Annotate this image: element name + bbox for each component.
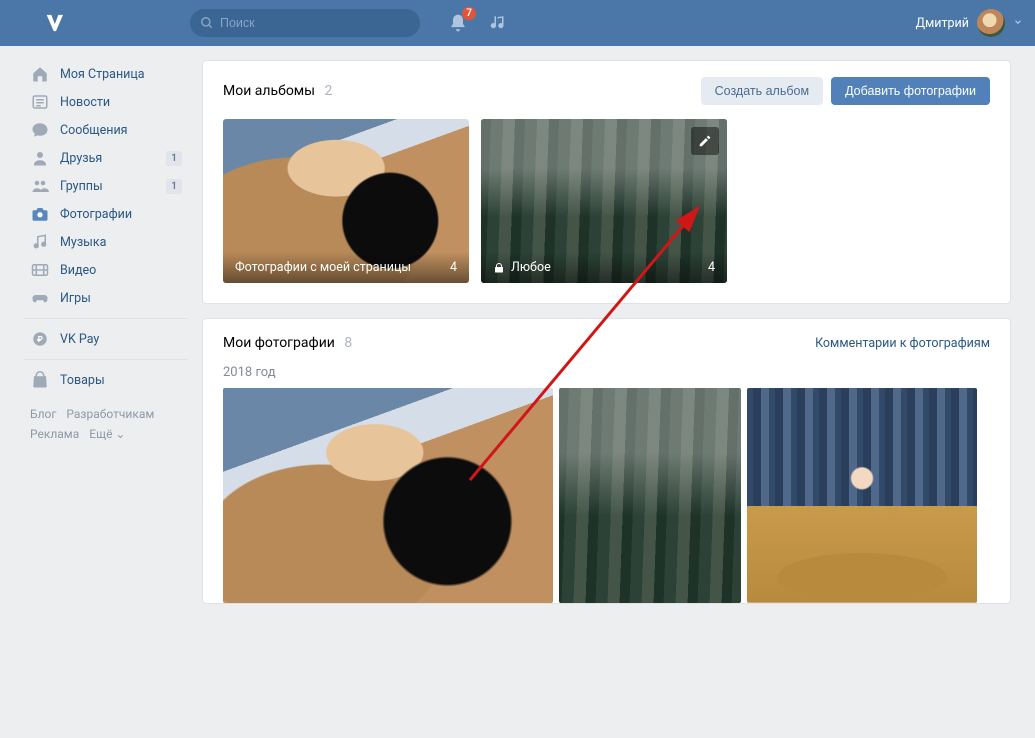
albums-card: Мои альбомы 2 Создать альбом Добавить фо… [202,60,1011,304]
user-avatar [977,9,1005,37]
nav-label: Новости [60,95,110,110]
messages-icon [30,121,50,139]
pencil-icon [698,134,712,148]
nav-separator [24,318,188,319]
albums-title: Мои альбомы 2 [223,83,332,99]
nav-label: Моя Страница [60,67,145,82]
user-menu[interactable]: Дмитрий [916,9,1023,37]
album-name: Фотографии с моей страницы [235,260,411,275]
photo-thumb[interactable] [559,388,741,603]
pay-icon: ₽ [30,330,50,348]
photos-card: Мои фотографии 8 Комментарии к фотографи… [202,318,1011,604]
search-field[interactable] [190,9,420,37]
nav-label: Группы [60,179,103,194]
music-icon[interactable] [490,14,508,32]
nav-friends[interactable]: Друзья 1 [24,144,188,172]
album-overlay: Любое 4 [481,252,727,283]
nav-label: Игры [60,291,91,306]
nav-photos[interactable]: Фотографии [24,200,188,228]
footer-link[interactable]: Реклама [30,427,79,441]
photo-comments-link[interactable]: Комментарии к фотографиям [815,336,990,351]
nav-label: VK Pay [60,332,99,347]
camera-icon [30,205,50,223]
search-icon [200,16,214,30]
groups-icon [30,177,50,195]
album-item[interactable]: Фотографии с моей страницы 4 [223,119,469,283]
video-icon [30,261,50,279]
nav-label: Товары [60,373,105,388]
nav-news[interactable]: Новости [24,88,188,116]
create-album-button[interactable]: Создать альбом [701,77,823,105]
content: Мои альбомы 2 Создать альбом Добавить фо… [202,60,1011,618]
chevron-down-icon [1013,16,1023,31]
footer-link[interactable]: Блог [30,407,56,421]
search-input[interactable] [220,16,410,30]
nav-my-page[interactable]: Моя Страница [24,60,188,88]
nav-music[interactable]: Музыка [24,228,188,256]
nav-count: 1 [166,151,182,166]
nav-label: Музыка [60,235,106,250]
friends-icon [30,149,50,167]
album-count: 4 [450,260,457,275]
nav-market[interactable]: Товары [24,366,188,394]
add-photos-button[interactable]: Добавить фотографии [831,77,990,105]
notifications-icon[interactable]: 7 [448,13,468,33]
nav-messages[interactable]: Сообщения [24,116,188,144]
news-icon [30,93,50,111]
lock-icon [493,262,505,274]
nav-groups[interactable]: Группы 1 [24,172,188,200]
bag-icon [30,371,50,389]
music-nav-icon [30,233,50,251]
header-bar: 7 Дмитрий [0,0,1035,46]
photo-thumb[interactable] [223,388,553,603]
nav-games[interactable]: Игры [24,284,188,312]
nav-label: Друзья [60,151,102,166]
footer-link[interactable]: Ещё ⌄ [89,427,125,441]
year-label: 2018 год [203,365,1010,388]
svg-text:₽: ₽ [37,335,43,345]
nav-label: Сообщения [60,123,128,138]
photos-title: Мои фотографии 8 [223,335,352,351]
album-name: Любое [511,260,551,275]
nav-video[interactable]: Видео [24,256,188,284]
album-item[interactable]: Любое 4 [481,119,727,283]
nav-separator [24,359,188,360]
album-overlay: Фотографии с моей страницы 4 [223,252,469,283]
album-edit-button[interactable] [691,127,719,155]
footer-link[interactable]: Разработчикам [66,407,154,421]
album-count: 4 [708,260,715,275]
footer-links: Блог Разработчикам Реклама Ещё ⌄ [24,394,188,455]
user-name: Дмитрий [916,16,969,31]
nav-label: Видео [60,263,96,278]
games-icon [30,289,50,307]
home-icon [30,65,50,83]
sidebar: Моя Страница Новости Сообщения Друзья 1 Г… [24,60,188,618]
photo-thumb[interactable] [747,388,977,603]
vk-logo[interactable] [42,9,70,37]
nav-label: Фотографии [60,207,132,222]
nav-vkpay[interactable]: ₽ VK Pay [24,325,188,353]
notif-badge: 7 [462,7,476,20]
nav-count: 1 [166,179,182,194]
